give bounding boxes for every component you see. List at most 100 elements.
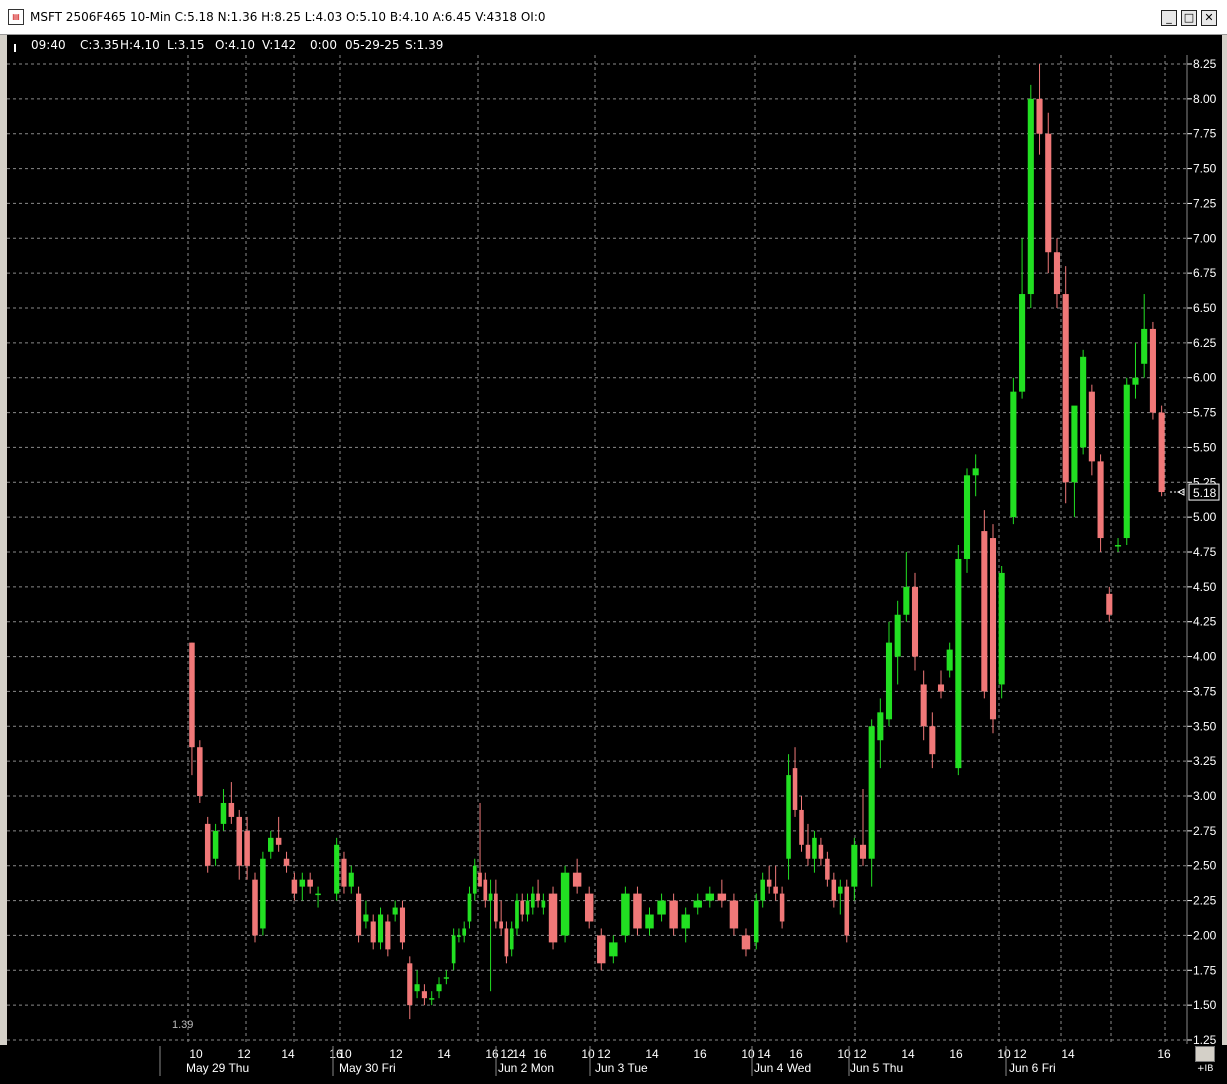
candle-body <box>291 879 298 894</box>
time-tick-label: 14 <box>757 1047 771 1061</box>
candle-body <box>729 900 739 929</box>
candle-body <box>946 649 953 671</box>
candle-body <box>741 935 751 950</box>
time-tick-label: 16 <box>485 1047 499 1061</box>
candle-body <box>825 858 830 880</box>
time-tick-label: 14 <box>437 1047 451 1061</box>
price-tick-label: 2.00 <box>1193 928 1217 942</box>
price-tick-label: 4.00 <box>1193 650 1217 664</box>
candle-body <box>753 900 759 943</box>
candle-body <box>212 830 219 859</box>
candlestick-chart: 8.25 8.00 7.75 7.50 7.25 7.00 6.75 6.50 6.25 6.00… <box>7 55 1220 1076</box>
candle-body <box>955 558 962 769</box>
candle-body <box>838 886 843 894</box>
candle-body <box>1088 391 1095 462</box>
price-tick-label: 3.00 <box>1193 789 1217 803</box>
candle-body <box>1053 252 1061 295</box>
candle-body <box>929 726 936 755</box>
candle-body <box>1114 545 1122 547</box>
price-tick-label: 2.50 <box>1193 859 1217 873</box>
candle-body <box>377 914 384 943</box>
price-tick-label: 2.75 <box>1193 824 1217 838</box>
candle-body <box>831 879 837 901</box>
candle-body <box>204 823 211 866</box>
time-tick-label: 10 <box>581 1047 595 1061</box>
candle-body <box>584 893 594 922</box>
price-tick-label: 6.50 <box>1193 301 1217 315</box>
candle-body <box>348 872 354 887</box>
candle-body <box>792 768 798 810</box>
candle-body <box>315 893 321 896</box>
time-tick-label: 10 <box>338 1047 352 1061</box>
candle-body <box>972 468 979 476</box>
price-tick-label: 5.00 <box>1193 510 1217 524</box>
time-tick-label: 12 <box>237 1047 251 1061</box>
candle-body <box>385 921 391 950</box>
candle-body <box>963 475 971 559</box>
candle-body <box>844 886 850 936</box>
time-tick-label: 14 <box>1061 1047 1075 1061</box>
candle-body <box>911 586 919 657</box>
candle-body <box>541 900 546 908</box>
candle-body <box>478 872 482 887</box>
candle-body <box>467 893 472 922</box>
candle-body <box>657 900 666 915</box>
candle-body <box>779 893 785 922</box>
candle-body <box>1097 461 1104 539</box>
candle-body <box>981 531 988 692</box>
price-tick-label: 1.75 <box>1193 963 1217 977</box>
candle-body <box>483 879 488 901</box>
candle-body <box>633 893 642 929</box>
candle-body <box>1027 98 1034 295</box>
time-tick-label: 12 <box>1013 1047 1027 1061</box>
candle-body <box>370 921 376 943</box>
candle-body <box>443 977 449 979</box>
price-tick-label: 8.25 <box>1193 57 1217 71</box>
candle-body <box>283 858 290 866</box>
candle-body <box>189 642 195 748</box>
candle-body <box>812 837 817 859</box>
time-tick-label: 10 <box>741 1047 755 1061</box>
price-tick-label: 7.50 <box>1193 162 1217 176</box>
candle-body <box>805 844 811 859</box>
candle-body <box>509 928 514 950</box>
price-tick-label: 5.50 <box>1193 440 1217 454</box>
candle-body <box>1141 328 1148 364</box>
time-tick-label: 16 <box>693 1047 707 1061</box>
price-tick-label: 6.00 <box>1193 371 1217 385</box>
day-label: Jun 5 Thu <box>850 1061 903 1075</box>
candle-body <box>244 830 250 866</box>
candle-body <box>341 858 347 887</box>
time-tick-label: 14 <box>512 1047 526 1061</box>
time-tick-label: 14 <box>645 1047 659 1061</box>
day-label: Jun 2 Mon <box>498 1061 554 1075</box>
candle-body <box>520 900 525 915</box>
candle-body <box>877 712 884 741</box>
price-tick-label: 8.00 <box>1193 92 1217 106</box>
candle-body <box>334 844 340 894</box>
candle-body <box>299 879 306 887</box>
candle-body <box>998 572 1005 685</box>
price-tick-label: 1.50 <box>1193 998 1217 1012</box>
candle-body <box>885 642 893 720</box>
candle-body <box>717 893 727 901</box>
time-tick-label: 12 <box>597 1047 611 1061</box>
candle-body <box>525 900 530 915</box>
time-tick-label: 16 <box>1157 1047 1171 1061</box>
candle-body <box>1062 294 1069 483</box>
candle-body <box>536 893 540 901</box>
candle-body <box>851 844 858 887</box>
time-tick-label: 10 <box>189 1047 203 1061</box>
candle-body <box>429 998 435 1000</box>
last-price-label: 5.18 <box>1193 486 1217 500</box>
low-marker-label: 1.39 <box>172 1019 193 1031</box>
candle-body <box>548 893 558 943</box>
candle-body <box>1106 593 1113 615</box>
candle-body <box>1071 405 1078 483</box>
candle-body <box>1010 391 1017 518</box>
candle-body <box>760 879 765 901</box>
candle-body <box>1080 356 1087 448</box>
time-tick-label: 16 <box>533 1047 547 1061</box>
candle-body <box>494 893 498 922</box>
price-tick-label: 4.75 <box>1193 545 1217 559</box>
